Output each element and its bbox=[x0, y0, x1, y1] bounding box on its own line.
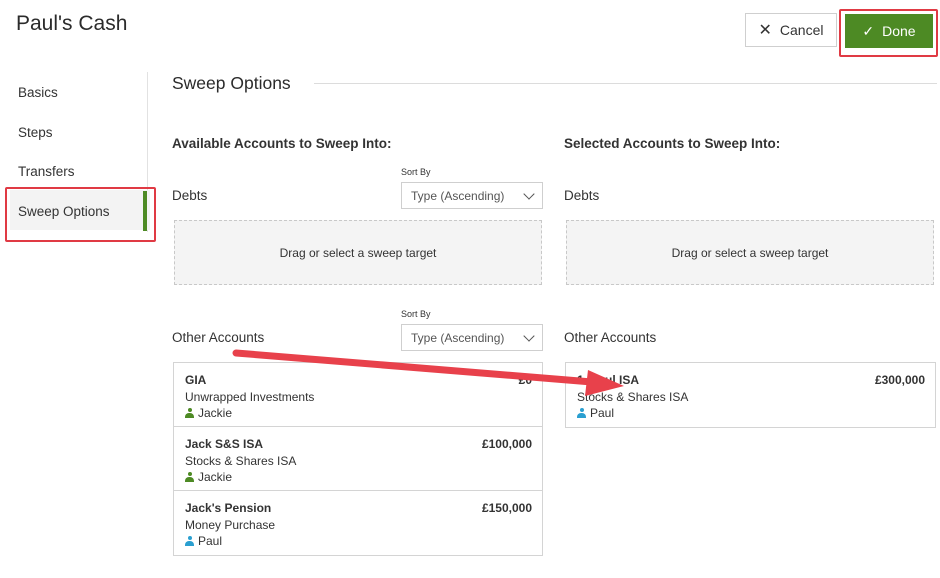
account-name: Jack S&S ISA bbox=[185, 437, 264, 451]
other-sort-select[interactable]: Type (Ascending) bbox=[401, 324, 543, 351]
account-owner: Jackie bbox=[185, 469, 531, 485]
dropzone-text: Drag or select a sweep target bbox=[671, 245, 829, 260]
cancel-button[interactable]: ✕ Cancel bbox=[745, 13, 837, 47]
account-value: £150,000 bbox=[481, 501, 532, 515]
close-icon: ✕ bbox=[758, 22, 772, 39]
done-button[interactable]: ✓ Done bbox=[845, 14, 933, 48]
account-card[interactable]: GIA £0 Unwrapped Investments Jackie bbox=[174, 363, 542, 427]
account-owner: Jackie bbox=[185, 405, 531, 421]
available-heading: Available Accounts to Sweep Into: bbox=[172, 136, 392, 151]
debts-sort-label: Sort By bbox=[401, 167, 431, 177]
chevron-down-icon bbox=[523, 188, 535, 200]
available-accounts-list: GIA £0 Unwrapped Investments Jackie Jack… bbox=[173, 362, 543, 556]
account-value: £0 bbox=[518, 373, 532, 387]
selected-heading: Selected Accounts to Sweep Into: bbox=[564, 136, 781, 151]
account-type: Unwrapped Investments bbox=[185, 390, 315, 404]
debts-sort-select[interactable]: Type (Ascending) bbox=[401, 182, 543, 209]
page-title: Paul's Cash bbox=[16, 12, 128, 35]
account-card[interactable]: Jack's Pension £150,000 Money Purchase P… bbox=[174, 491, 542, 555]
account-type: Stocks & Shares ISA bbox=[185, 454, 297, 468]
account-type: Stocks & Shares ISA bbox=[577, 390, 689, 404]
account-owner: Paul bbox=[577, 405, 924, 421]
available-other-label: Other Accounts bbox=[172, 330, 265, 345]
available-debts-dropzone[interactable]: Drag or select a sweep target bbox=[174, 220, 542, 285]
account-type: Money Purchase bbox=[185, 518, 276, 532]
person-icon bbox=[185, 472, 194, 482]
selected-other-label: Other Accounts bbox=[564, 330, 657, 345]
available-debts-label: Debts bbox=[172, 188, 208, 203]
debts-sort-value: Type (Ascending) bbox=[411, 188, 505, 203]
owner-name: Jackie bbox=[198, 406, 233, 420]
dropzone-text: Drag or select a sweep target bbox=[279, 245, 437, 260]
sweep-options-highlight-outline bbox=[5, 187, 156, 242]
person-icon bbox=[185, 536, 194, 546]
account-owner: Paul bbox=[185, 533, 531, 549]
account-value: £300,000 bbox=[874, 373, 925, 387]
account-card[interactable]: 1. Paul ISA £300,000 Stocks & Shares ISA… bbox=[566, 363, 935, 427]
owner-name: Paul bbox=[198, 534, 223, 548]
section-divider bbox=[314, 83, 937, 84]
account-card[interactable]: Jack S&S ISA £100,000 Stocks & Shares IS… bbox=[174, 427, 542, 491]
sidebar-item-transfers[interactable]: Transfers bbox=[18, 164, 75, 179]
cancel-label: Cancel bbox=[779, 22, 824, 38]
section-title: Sweep Options bbox=[172, 73, 291, 93]
selected-debts-dropzone[interactable]: Drag or select a sweep target bbox=[566, 220, 934, 285]
chevron-down-icon bbox=[523, 330, 535, 342]
sidebar-item-steps[interactable]: Steps bbox=[18, 125, 53, 140]
owner-name: Jackie bbox=[198, 470, 233, 484]
account-value: £100,000 bbox=[481, 437, 532, 451]
other-sort-label: Sort By bbox=[401, 309, 431, 319]
checkmark-icon: ✓ bbox=[862, 22, 875, 39]
account-name: Jack's Pension bbox=[185, 501, 272, 515]
done-label: Done bbox=[882, 23, 916, 39]
selected-debts-label: Debts bbox=[564, 188, 600, 203]
other-sort-value: Type (Ascending) bbox=[411, 330, 505, 345]
person-icon bbox=[577, 408, 586, 418]
account-name: GIA bbox=[185, 373, 207, 387]
selected-accounts-list: 1. Paul ISA £300,000 Stocks & Shares ISA… bbox=[565, 362, 936, 428]
owner-name: Paul bbox=[590, 406, 615, 420]
account-name: 1. Paul ISA bbox=[577, 373, 640, 387]
person-icon bbox=[185, 408, 194, 418]
sidebar-item-basics[interactable]: Basics bbox=[18, 85, 58, 100]
